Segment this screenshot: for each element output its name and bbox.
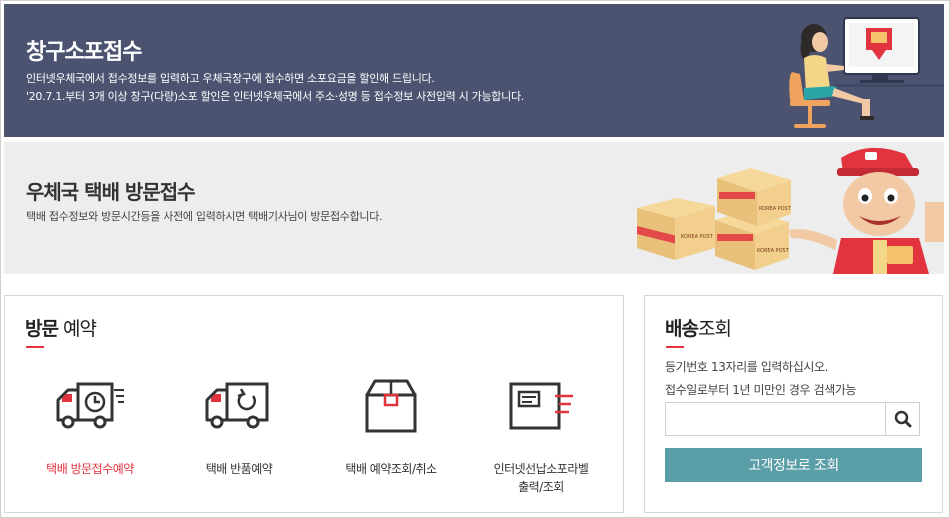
tracking-number-input[interactable] <box>666 403 885 435</box>
visit-banner-desc: 택배 접수정보와 방문시간등을 사전에 입력하시면 택배기사님이 방문접수합니다… <box>26 210 383 223</box>
visit-panel-title-bold: 방문 <box>25 318 59 340</box>
visit-panel-title: 방문 예약 <box>25 314 97 341</box>
title-underline <box>666 346 684 348</box>
track-panel-title-light: 조회 <box>697 318 732 340</box>
track-panel-title-bold: 배송 <box>665 318 699 340</box>
box-brand-text: KOREA POST <box>681 234 714 240</box>
service-return-reservation[interactable]: 택배 반품예약 <box>169 366 309 478</box>
service-label-line-1: 인터넷선납소포라벨 <box>493 462 589 476</box>
counter-banner-title: 창구소포접수 <box>26 40 142 65</box>
visit-banner-title: 우체국 택배 방문접수 <box>26 180 196 204</box>
box-brand-text: KOREA POST <box>759 206 792 212</box>
postman-boxes-illustration: KOREA POST KOREA POST KOREA POST <box>637 147 944 274</box>
service-visit-pickup-reservation[interactable]: 택배 방문접수예약 <box>20 366 160 478</box>
service-label-line-2: 출력/조회 <box>518 480 564 494</box>
search-button[interactable] <box>885 403 919 435</box>
track-panel-title: 배송조회 <box>665 314 732 341</box>
tracking-search-box <box>665 402 920 436</box>
tracking-instruction: 등기번호 13자리를 입력하십시오. <box>665 360 829 374</box>
service-label: 인터넷선납소포라벨 출력/조회 <box>471 460 611 496</box>
box-icon <box>365 379 417 433</box>
title-underline <box>26 346 44 348</box>
service-prepaid-label-print[interactable]: 인터넷선납소포라벨 출력/조회 <box>471 366 611 496</box>
service-reservation-inquiry-cancel[interactable]: 택배 예약조회/취소 <box>321 366 461 478</box>
service-label: 택배 반품예약 <box>205 462 273 476</box>
search-icon <box>894 410 911 428</box>
visit-reservation-panel: 방문 예약 택배 방문접수예약 택배 반품예약 택배 예약조회/취소 인터넷선납… <box>4 295 624 513</box>
woman-at-computer-illustration <box>789 17 944 128</box>
visit-pickup-banner[interactable]: 우체국 택배 방문접수 택배 접수정보와 방문시간등을 사전에 입력하시면 택배… <box>4 142 944 274</box>
service-label: 택배 예약조회/취소 <box>345 462 437 476</box>
customer-info-search-button[interactable]: 고객정보로 조회 <box>665 448 922 482</box>
delivery-tracking-panel: 배송조회 등기번호 13자리를 입력하십시오. 접수일로부터 1년 미만인 경우… <box>644 295 943 513</box>
truck-return-icon <box>205 382 269 429</box>
tracking-search-limit-note: 접수일로부터 1년 미만인 경우 검색가능 <box>665 383 857 397</box>
visit-panel-title-light: 예약 <box>57 318 97 340</box>
service-label: 택배 방문접수예약 <box>46 462 134 476</box>
counter-banner-desc-2: '20.7.1.부터 3개 이상 창구(다량)소포 할인은 인터넷우체국에서 주… <box>26 90 524 103</box>
label-print-icon <box>509 382 573 430</box>
counter-parcel-banner[interactable]: 창구소포접수 인터넷우체국에서 접수정보를 입력하고 우체국창구에 접수하면 소… <box>4 4 944 137</box>
box-brand-text: KOREA POST <box>757 248 790 254</box>
counter-banner-desc-1: 인터넷우체국에서 접수정보를 입력하고 우체국창구에 접수하면 소포요금을 할인… <box>26 72 435 85</box>
truck-clock-icon <box>56 382 124 429</box>
